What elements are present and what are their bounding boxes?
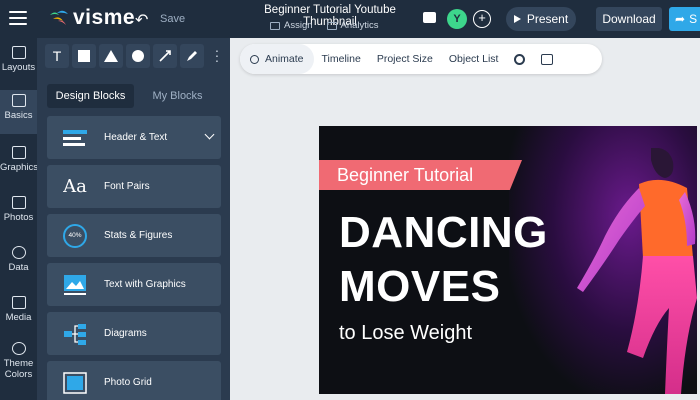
timeline-button[interactable]: Timeline: [314, 44, 369, 74]
rail-label: Layouts: [1, 62, 36, 73]
share-icon: ➦: [675, 12, 686, 26]
logo-text: visme: [73, 6, 136, 29]
design-panel: T · · · Design Blocks My Blocks Header & T…: [37, 38, 230, 400]
analytics-label: Analytics: [340, 20, 379, 31]
diagram-icon: [57, 322, 93, 346]
project-size-button[interactable]: Project Size: [369, 44, 441, 74]
share-label: S: [689, 12, 698, 26]
avatar[interactable]: Y: [447, 9, 467, 29]
data-icon: [11, 246, 26, 259]
basics-icon: [11, 94, 26, 107]
line-tool-icon[interactable]: [153, 44, 177, 68]
triangle-tool-icon[interactable]: [99, 44, 123, 68]
rail-item-data[interactable]: Data: [0, 246, 37, 286]
comment-icon[interactable]: [423, 12, 436, 23]
assign-button[interactable]: Assign: [270, 20, 313, 31]
palette-icon: [11, 342, 26, 355]
slide-title-line2[interactable]: MOVES: [339, 262, 500, 312]
block-label: Header & Text: [104, 132, 168, 143]
visme-logo-icon: [50, 10, 68, 25]
media-icon: [11, 296, 26, 309]
block-label: Stats & Figures: [104, 230, 173, 241]
tab-design-blocks[interactable]: Design Blocks: [47, 84, 134, 108]
frame-icon: [541, 53, 554, 65]
rail-label: Theme: [3, 358, 34, 369]
text-graphics-icon: [57, 273, 93, 297]
layouts-icon: [11, 46, 26, 59]
rail-item-photos[interactable]: Photos: [0, 196, 37, 236]
panel-tabs: Design Blocks My Blocks: [47, 84, 221, 108]
play-icon: [513, 15, 521, 23]
animate-button[interactable]: Animate: [240, 44, 314, 74]
rail-item-layouts[interactable]: Layouts: [0, 46, 37, 86]
block-label: Font Pairs: [104, 181, 150, 192]
rail-item-media[interactable]: Media: [0, 296, 37, 336]
share-button[interactable]: ➦ S: [669, 7, 700, 31]
top-bar: visme ↶ Save Beginner Tutorial Youtube T…: [0, 0, 700, 38]
block-text-graphics[interactable]: Text with Graphics: [47, 263, 221, 306]
rail-label: Basics: [4, 110, 33, 121]
rail-label: Data: [8, 262, 29, 273]
graphics-icon: [11, 146, 26, 159]
block-label: Photo Grid: [104, 377, 152, 388]
block-photo-grid[interactable]: Photo Grid: [47, 361, 221, 400]
download-button[interactable]: Download: [596, 7, 662, 31]
document-actions: Assign Analytics: [270, 20, 379, 31]
gear-icon: [514, 53, 526, 65]
animate-icon: [250, 54, 259, 64]
canvas-area: Animate Timeline Project Size Object Lis…: [230, 38, 700, 400]
photo-grid-icon: [57, 371, 93, 395]
tab-my-blocks[interactable]: My Blocks: [134, 84, 221, 108]
assign-label: Assign: [284, 20, 313, 31]
font-pairs-icon: Aa: [63, 176, 87, 197]
block-label: Diagrams: [104, 328, 147, 339]
logo[interactable]: visme: [49, 6, 136, 29]
rail-item-graphics[interactable]: Graphics: [0, 146, 39, 186]
stats-icon: 40%: [57, 223, 93, 248]
present-button[interactable]: Present: [506, 7, 576, 31]
analytics-icon: [326, 21, 337, 30]
present-label: Present: [526, 12, 569, 26]
canvas-toolbar: Animate Timeline Project Size Object Lis…: [240, 44, 602, 74]
rail-label: Photos: [3, 212, 34, 223]
block-label: Text with Graphics: [104, 279, 186, 290]
frame-button[interactable]: [533, 44, 561, 74]
pen-tool-icon[interactable]: [180, 44, 204, 68]
photos-icon: [11, 196, 26, 209]
slide-banner-text[interactable]: Beginner Tutorial: [337, 165, 473, 186]
rail-label-2: Colors: [4, 369, 33, 380]
shape-tools: T: [45, 44, 204, 68]
settings-button[interactable]: [506, 44, 533, 74]
animate-label: Animate: [265, 53, 304, 65]
header-text-icon: [57, 128, 93, 148]
circle-tool-icon[interactable]: [126, 44, 150, 68]
slide-title-line1[interactable]: DANCING: [339, 208, 548, 258]
block-stats-figures[interactable]: 40% Stats & Figures: [47, 214, 221, 257]
menu-icon[interactable]: [9, 11, 27, 25]
text-tool-icon[interactable]: T: [45, 44, 69, 68]
object-list-button[interactable]: Object List: [441, 44, 507, 74]
rail-label: Graphics: [0, 162, 39, 173]
rail-label: Media: [5, 312, 32, 323]
more-options-icon[interactable]: · · ·: [214, 43, 220, 67]
undo-icon[interactable]: ↶: [135, 10, 148, 30]
add-user-icon[interactable]: +: [473, 10, 491, 28]
block-diagrams[interactable]: Diagrams: [47, 312, 221, 355]
chevron-down-icon[interactable]: [204, 129, 215, 140]
rail-item-basics[interactable]: Basics: [0, 90, 37, 134]
block-header-text[interactable]: Header & Text: [47, 116, 221, 159]
analytics-button[interactable]: Analytics: [326, 20, 379, 31]
slide-subtitle[interactable]: to Lose Weight: [339, 322, 472, 345]
left-rail: Layouts Basics Graphics Photos Data Medi…: [0, 38, 39, 400]
app: visme ↶ Save Beginner Tutorial Youtube T…: [0, 0, 700, 400]
square-tool-icon[interactable]: [72, 44, 96, 68]
slide-canvas[interactable]: Beginner Tutorial DANCING MOVES to Lose …: [319, 126, 697, 394]
block-font-pairs[interactable]: Aa Font Pairs: [47, 165, 221, 208]
assign-icon: [270, 21, 280, 30]
dancer-image[interactable]: [569, 148, 697, 394]
save-button[interactable]: Save: [160, 13, 185, 25]
rail-item-theme-colors[interactable]: Theme Colors: [0, 342, 37, 392]
